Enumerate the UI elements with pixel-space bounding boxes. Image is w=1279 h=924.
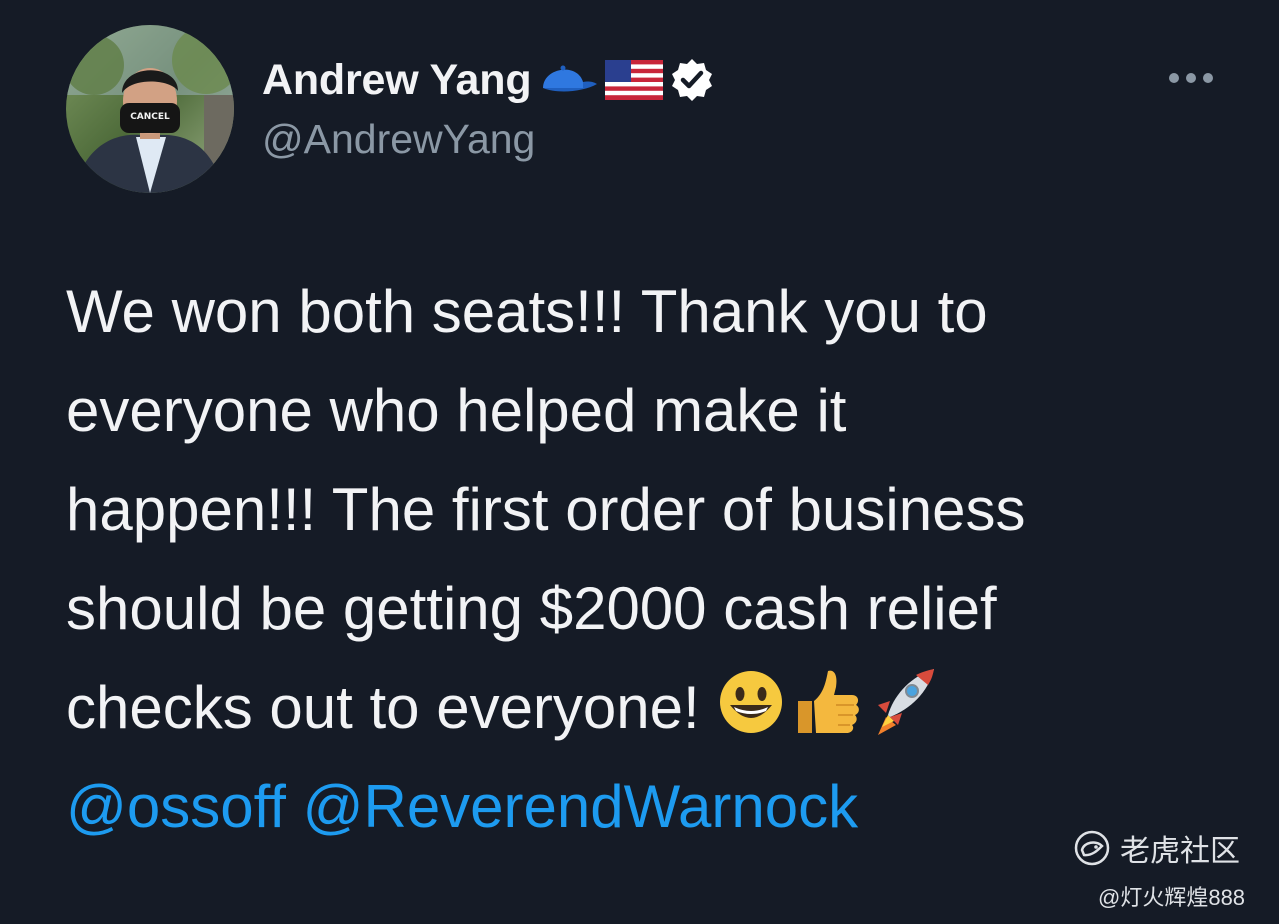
tweet-line-with-emojis: checks out to everyone! — [66, 658, 1206, 757]
mentions-line: @ossoff @ReverendWarnock — [66, 757, 1206, 856]
author-display-name[interactable]: Andrew Yang — [262, 56, 532, 105]
watermark-brand: 老虎社区 — [1072, 826, 1240, 870]
watermark-user: @灯火辉煌888 — [1098, 885, 1246, 910]
more-icon — [1169, 73, 1213, 83]
grinning-face-icon — [716, 667, 786, 737]
mention-reverendwarnock[interactable]: @ReverendWarnock — [303, 773, 859, 840]
svg-text:CANCEL: CANCEL — [130, 112, 170, 122]
verified-badge-icon — [669, 57, 715, 103]
thumbs-up-icon — [790, 665, 862, 737]
author-handle[interactable]: @AndrewYang — [262, 116, 535, 163]
watermark-brand-text: 老虎社区 — [1120, 835, 1240, 868]
avatar[interactable]: CANCEL — [66, 25, 234, 193]
us-flag-icon — [605, 60, 664, 100]
tweet-text: We won both seats!!! Thank you to everyo… — [66, 262, 1206, 856]
more-options-button[interactable] — [1164, 62, 1218, 94]
author-name-row: Andrew Yang — [262, 50, 715, 110]
tweet-line: We won both seats!!! Thank you to — [66, 278, 988, 345]
tiger-logo-icon — [1074, 830, 1110, 866]
tweet-line: everyone who helped make it — [66, 377, 847, 444]
rocket-icon — [866, 665, 938, 737]
blue-cap-icon — [537, 58, 599, 102]
tweet-line: happen!!! The first order of business — [66, 476, 1026, 543]
tweet-line: should be getting $2000 cash relief — [66, 575, 997, 642]
tweet-line: checks out to everyone! — [66, 674, 717, 741]
tweet-card: CANCEL Andrew Yang @AndrewYang We won bo… — [0, 0, 1279, 924]
mention-ossoff[interactable]: @ossoff — [66, 773, 286, 840]
